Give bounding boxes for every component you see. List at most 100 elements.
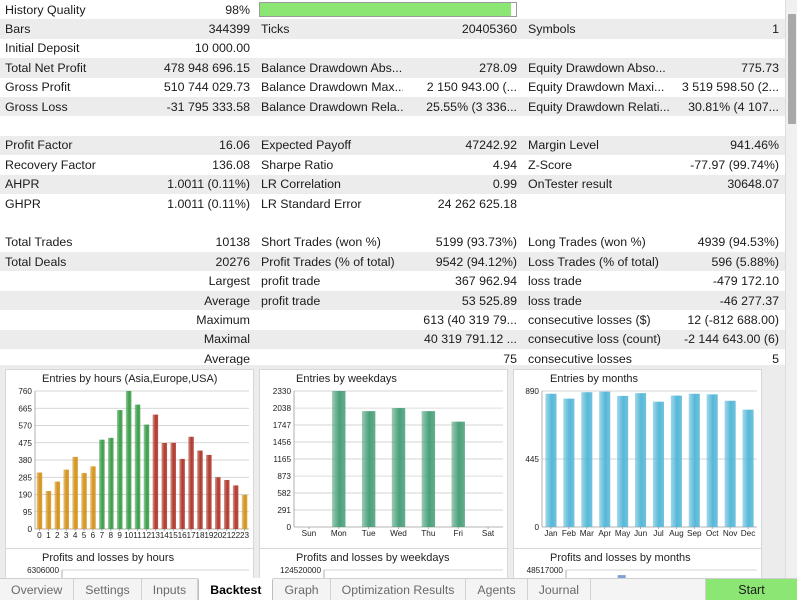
report-cell-value-3: 1 xyxy=(673,22,785,36)
chart-bar xyxy=(332,391,345,527)
report-cell-value-1: 344399 xyxy=(152,22,256,36)
chart-bar xyxy=(392,408,405,527)
strategy-tester-window: History Quality98%Bars344399Ticks2040536… xyxy=(0,0,797,600)
chart-bar xyxy=(46,491,52,529)
tab-optimization-results[interactable]: Optimization Results xyxy=(331,579,467,600)
chart-bar xyxy=(72,457,78,529)
chart-bar xyxy=(162,443,168,529)
chart-entries-by-hours[interactable]: Entries by hours (Asia,Europe,USA) 09519… xyxy=(5,369,254,549)
report-row[interactable] xyxy=(0,116,785,135)
report-cell-label-1: Bars xyxy=(0,22,152,36)
chart-bar xyxy=(725,401,736,527)
svg-text:582: 582 xyxy=(277,489,291,498)
report-cell-label-3: Margin Level xyxy=(523,138,673,152)
report-cell-value-2: 9542 (94.12%) xyxy=(403,255,523,269)
chart-bar xyxy=(135,405,141,529)
report-cell-value-1: 478 948 696.15 xyxy=(152,61,256,75)
tab-settings[interactable]: Settings xyxy=(74,579,141,600)
svg-text:Tue: Tue xyxy=(362,529,376,538)
tab-inputs[interactable]: Inputs xyxy=(142,579,199,600)
report-cell-label-3: Loss Trades (% of total) xyxy=(523,255,673,269)
report-cell-value-2: 613 (40 319 79... xyxy=(403,313,523,327)
svg-text:190: 190 xyxy=(18,491,32,500)
report-cell-label-2: Balance Drawdown Max... xyxy=(256,80,403,94)
report-vertical-scrollbar[interactable] xyxy=(785,0,797,578)
svg-text:890: 890 xyxy=(525,387,539,396)
report-cell-label-1: GHPR xyxy=(0,197,152,211)
report-row[interactable]: Total Trades10138Short Trades (won %)519… xyxy=(0,233,785,252)
svg-text:0: 0 xyxy=(37,531,42,540)
svg-text:48517000: 48517000 xyxy=(527,566,564,575)
chart-profits-losses-by-hours-plot: 63060009287750 xyxy=(6,564,253,578)
svg-text:291: 291 xyxy=(277,506,291,515)
chart-profits-losses-by-hours[interactable]: Profits and losses by hours 630600092877… xyxy=(5,548,254,578)
report-row[interactable]: Initial Deposit10 000.00 xyxy=(0,39,785,58)
chart-bar xyxy=(126,391,132,529)
chart-profits-losses-by-months[interactable]: Profits and losses by months 48517000 xyxy=(513,548,762,578)
svg-text:760: 760 xyxy=(18,387,32,396)
tab-journal[interactable]: Journal xyxy=(528,579,591,600)
svg-text:Dec: Dec xyxy=(741,529,756,538)
report-row[interactable]: Maximal40 319 791.12 ...consecutive loss… xyxy=(0,330,785,349)
report-cell-label-2: Profit Trades (% of total) xyxy=(256,255,403,269)
report-cell-label-2: LR Standard Error xyxy=(256,197,403,211)
report-row[interactable]: Gross Loss-31 795 333.58Balance Drawdown… xyxy=(0,97,785,116)
svg-text:380: 380 xyxy=(18,456,32,465)
chart-entries-by-months-plot: 0445890JanFebMarAprMayJunJulAugSepOctNov… xyxy=(514,385,761,543)
report-row[interactable]: Recovery Factor136.08Sharpe Ratio4.94Z-S… xyxy=(0,155,785,174)
tab-agents[interactable]: Agents xyxy=(466,579,527,600)
start-button[interactable]: Start xyxy=(705,579,797,600)
tab-graph[interactable]: Graph xyxy=(273,579,330,600)
report-cell-label-2: Ticks xyxy=(256,22,403,36)
svg-text:Oct: Oct xyxy=(706,529,719,538)
chart-bar xyxy=(671,396,682,527)
report-row[interactable]: Maximum613 (40 319 79...consecutive loss… xyxy=(0,310,785,329)
report-row[interactable] xyxy=(0,213,785,232)
report-cell-value-1: Average xyxy=(152,294,256,308)
tab-overview[interactable]: Overview xyxy=(0,579,74,600)
report-cell-label-3: loss trade xyxy=(523,274,673,288)
report-cell-value-1: 510 744 029.73 xyxy=(152,80,256,94)
report-row[interactable]: Averageprofit trade53 525.89loss trade-4… xyxy=(0,291,785,310)
svg-text:Nov: Nov xyxy=(723,529,738,538)
report-row[interactable]: AHPR1.0011 (0.11%)LR Correlation0.99OnTe… xyxy=(0,175,785,194)
svg-text:7: 7 xyxy=(100,531,105,540)
report-row[interactable]: Largestprofit trade367 962.94loss trade-… xyxy=(0,271,785,290)
chart-entries-by-months[interactable]: Entries by months 0445890JanFebMarAprMay… xyxy=(513,369,762,549)
tab-bar-filler xyxy=(591,579,705,600)
chart-bar xyxy=(422,411,435,527)
chart-entries-by-weekdays-title: Entries by weekdays xyxy=(260,370,507,385)
report-cell-value-3: -77.97 (99.74%) xyxy=(673,158,785,172)
chart-entries-by-hours-title: Entries by hours (Asia,Europe,USA) xyxy=(6,370,253,385)
charts-bottom-inner: Profits and losses by hours 630600092877… xyxy=(0,548,785,578)
report-cell-value-2: 47242.92 xyxy=(403,138,523,152)
report-cell-label-1: AHPR xyxy=(0,177,152,191)
report-row[interactable]: Profit Factor16.06Expected Payoff47242.9… xyxy=(0,136,785,155)
report-row[interactable]: Bars344399Ticks20405360Symbols1 xyxy=(0,19,785,38)
report-cell-label-1: Gross Loss xyxy=(0,100,152,114)
report-cell-label-1: Recovery Factor xyxy=(0,158,152,172)
report-cell-value-2: 278.09 xyxy=(403,61,523,75)
report-cell-label-1: Total Deals xyxy=(0,255,152,269)
svg-text:11: 11 xyxy=(133,531,142,540)
svg-text:Wed: Wed xyxy=(390,529,407,538)
chart-profits-losses-by-weekdays-plot: 124520000108955000 xyxy=(260,564,507,578)
chart-bar xyxy=(99,440,105,529)
report-cell-value-2: 2 150 943.00 (... xyxy=(403,80,523,94)
report-row[interactable]: Gross Profit510 744 029.73Balance Drawdo… xyxy=(0,78,785,97)
chart-bar xyxy=(144,425,150,529)
chart-bar xyxy=(81,473,87,529)
svg-text:1165: 1165 xyxy=(273,455,291,464)
report-row[interactable]: History Quality98% xyxy=(0,0,785,19)
chart-entries-by-weekdays[interactable]: Entries by weekdays 02915828731165145617… xyxy=(259,369,508,549)
report-row[interactable]: Total Net Profit478 948 696.15Balance Dr… xyxy=(0,58,785,77)
report-row[interactable]: Total Deals20276Profit Trades (% of tota… xyxy=(0,252,785,271)
svg-text:Thu: Thu xyxy=(421,529,436,538)
charts-bottom-row: Profits and losses by hours 630600092877… xyxy=(0,548,785,578)
chart-profits-losses-by-weekdays[interactable]: Profits and losses by weekdays 124520000… xyxy=(259,548,508,578)
tab-backtest[interactable]: Backtest xyxy=(198,578,273,600)
report-cell-value-2: 24 262 625.18 xyxy=(403,197,523,211)
report-scrollbar-thumb[interactable] xyxy=(788,14,796,124)
report-cell-value-1: Largest xyxy=(152,274,256,288)
report-row[interactable]: GHPR1.0011 (0.11%)LR Standard Error24 26… xyxy=(0,194,785,213)
